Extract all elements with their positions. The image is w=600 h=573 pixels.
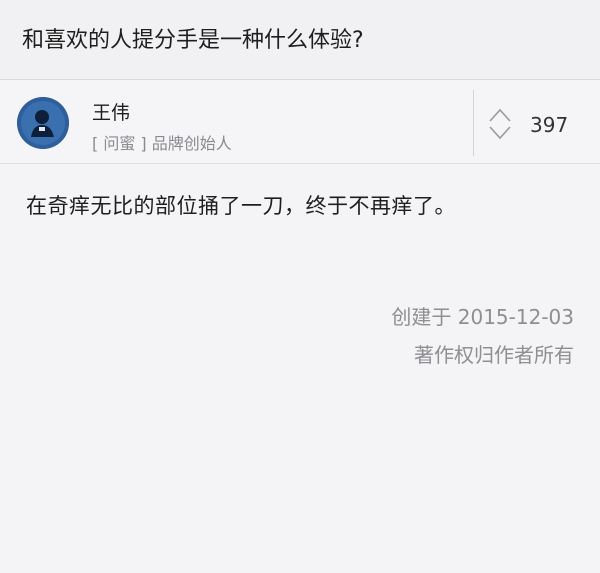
question-title[interactable]: 和喜欢的人提分手是一种什么体验?: [22, 22, 364, 54]
vote-count: 397: [530, 113, 569, 137]
person-avatar-icon: [17, 97, 69, 149]
author-name[interactable]: 王伟: [92, 98, 130, 125]
vote-divider: [473, 90, 474, 156]
answer-text: 在奇痒无比的部位捅了一刀，终于不再痒了。: [26, 194, 456, 218]
author-bio: [ 问蜜 ] 品牌创始人: [92, 134, 232, 153]
vote-arrows-icon[interactable]: [487, 107, 513, 141]
avatar[interactable]: [17, 97, 69, 149]
created-date: 创建于 2015-12-03: [391, 305, 574, 329]
copyright-notice: 著作权归作者所有: [414, 343, 574, 367]
author-row: 王伟 [ 问蜜 ] 品牌创始人 397: [0, 80, 600, 164]
question-header: 和喜欢的人提分手是一种什么体验?: [0, 0, 600, 80]
answer-meta: 创建于 2015-12-03 著作权归作者所有: [391, 298, 574, 374]
